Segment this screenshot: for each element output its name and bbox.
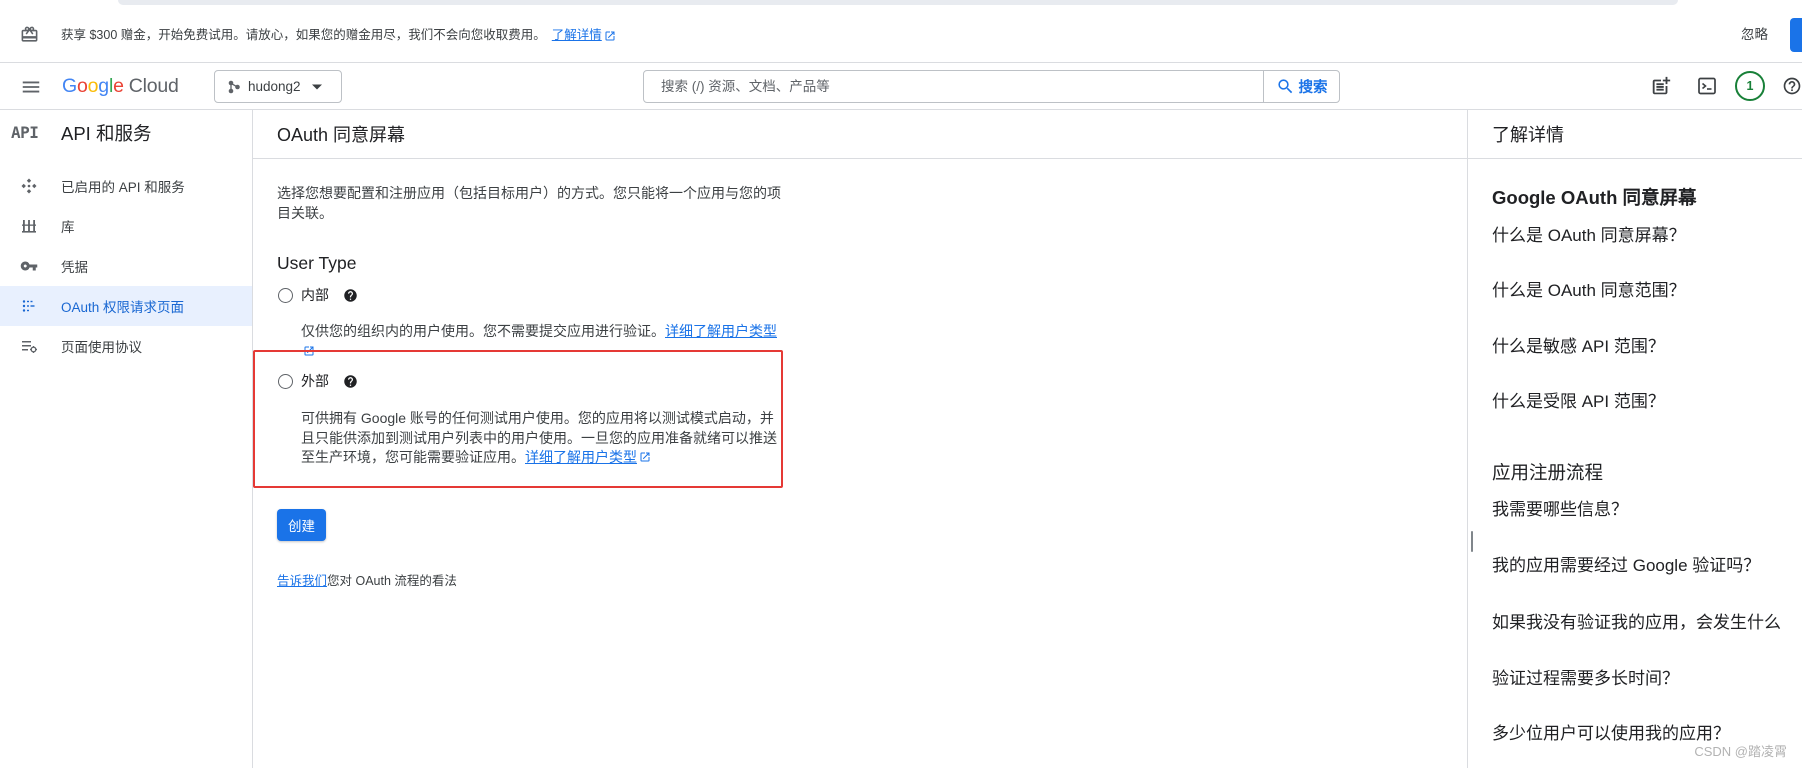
search-button-label: 搜索 [1298,80,1328,96]
external-link-icon [304,346,314,356]
option-description-text: 仅供您的组织内的用户使用。您不需要提交应用进行验证。 [301,323,665,339]
panel-title: 了解详情 [1492,125,1564,145]
logo-letter: G [62,75,77,97]
arrow-drop-down-icon [311,83,323,91]
learn-more-panel: 了解详情 Google OAuth 同意屏幕 什么是 OAuth 同意屏幕？ 什… [1467,110,1802,768]
help-link[interactable]: 验证过程需要多长时间？ [1492,667,1802,691]
option-description-internal: 仅供您的组织内的用户使用。您不需要提交应用进行验证。详细了解用户类型 [301,322,785,361]
logo-letter: g [98,75,109,97]
option-label: 内部 [301,287,329,303]
google-cloud-logo[interactable]: Google Cloud [62,74,179,98]
panel-header: 了解详情 [1468,110,1802,159]
radio-internal[interactable] [278,287,293,303]
logo-letter: e [113,75,124,97]
help-icon[interactable] [343,288,358,303]
hamburger-menu-icon[interactable] [20,76,42,98]
feedback-link[interactable]: 告诉我们 [277,574,327,588]
help-link[interactable]: 什么是 OAuth 同意范围？ [1492,279,1802,303]
link-label: 详细了解用户类型 [665,323,777,339]
page-header: OAuth 同意屏幕 [253,110,1467,159]
project-icon [227,80,241,94]
sidebar-item-credentials[interactable]: 凭据 [0,246,252,286]
notification-badge[interactable]: 1 [1735,71,1765,101]
section-heading: Google OAuth 同意屏幕 [1492,187,1697,208]
activate-button[interactable] [1790,18,1802,52]
external-link-icon[interactable] [604,30,616,42]
dismiss-button[interactable]: 忽略 [1741,25,1768,45]
free-trial-banner: 获享 $300 赠金，开始免费试用。请放心，如果您的赠金用尽，我们不会向您收取费… [0,8,1802,63]
banner-message: 获享 $300 赠金，开始免费试用。请放心，如果您的赠金用尽，我们不会向您收取费… [61,28,546,42]
sidebar: API API 和服务 已启用的 API 和服务 库 凭据 OAuth 权限请求… [0,110,253,768]
option-label: 外部 [301,373,329,389]
project-name: hudong2 [248,79,301,94]
agreements-settings-icon [20,337,38,355]
sidebar-title: API 和服务 [61,123,152,144]
learn-user-types-link[interactable]: 详细了解用户类型 [525,449,651,465]
sidebar-item-label: 库 [61,220,75,235]
search-icon [1276,77,1299,96]
banner-learn-more-link[interactable]: 了解详情 [552,27,602,44]
watermark: CSDN @踏凌霄 [1694,744,1787,759]
browser-address-bar-edge [0,0,1802,8]
help-link[interactable]: 我的应用需要经过 Google 验证吗？ [1492,554,1802,578]
page-title: OAuth 同意屏幕 [277,125,406,145]
help-link[interactable]: 什么是敏感 API 范围？ [1492,335,1802,359]
consent-screen-icon [20,297,38,315]
feedback-line: 告诉我们您对 OAuth 流程的看法 [277,573,457,590]
top-header: GoogleCloud hudong2 搜索 1 [0,63,1802,110]
project-selector[interactable]: hudong2 [214,70,342,103]
radio-external[interactable] [278,373,293,389]
sidebar-item-enabled-apis[interactable]: 已启用的 API 和服务 [0,166,252,206]
sidebar-item-label: 凭据 [61,260,88,275]
help-icon[interactable] [1782,74,1802,98]
help-icon[interactable] [343,374,358,389]
library-icon [20,217,38,235]
enabled-apis-icon [20,177,38,195]
logo-product: Cloud [128,75,179,97]
option-description-external: 可供拥有 Google 账号的任何测试用户使用。您的应用将以测试模式启动，并且只… [301,409,785,468]
help-link[interactable]: 什么是受限 API 范围？ [1492,390,1802,414]
sidebar-item-label: 页面使用协议 [61,340,142,355]
logo-letter: o [76,75,88,97]
search-bar: 搜索 [643,70,1340,103]
logo-letter: o [87,75,99,97]
user-type-heading: User Type [277,253,357,273]
user-type-option-external[interactable]: 外部 [278,372,358,390]
external-link-icon [640,452,650,462]
search-input[interactable] [644,71,1264,102]
sidebar-header: API API 和服务 [0,110,252,159]
main-content: OAuth 同意屏幕 选择您想要配置和注册应用（包括目标用户）的方式。您只能将一… [253,110,1467,768]
section-heading: 应用注册流程 [1492,462,1604,483]
sidebar-item-label: 已启用的 API 和服务 [61,180,185,195]
sidebar-item-page-usage-agreements[interactable]: 页面使用协议 [0,326,252,366]
terminal-icon[interactable] [1695,74,1719,98]
sidebar-item-library[interactable]: 库 [0,206,252,246]
feedback-text: 您对 OAuth 流程的看法 [327,574,457,588]
link-label: 详细了解用户类型 [525,449,637,466]
sidebar-item-oauth-consent[interactable]: OAuth 权限请求页面 [0,286,252,326]
sidebar-nav: 已启用的 API 和服务 库 凭据 OAuth 权限请求页面 页面使用协议 [0,166,252,366]
sidebar-item-label: OAuth 权限请求页面 [61,300,185,315]
help-link[interactable]: 如果我没有验证我的应用，会发生什么 [1492,611,1802,635]
search-button[interactable]: 搜索 [1264,71,1339,102]
api-icon: API [11,123,39,142]
create-button[interactable]: 创建 [277,509,326,541]
help-link[interactable]: 什么是 OAuth 同意屏幕？ [1492,224,1802,248]
gift-icon [20,25,39,44]
help-link[interactable]: 我需要哪些信息？ [1492,498,1802,522]
user-type-option-internal[interactable]: 内部 [278,286,358,304]
page-description: 选择您想要配置和注册应用（包括目标用户）的方式。您只能将一个应用与您的项目关联。 [277,185,781,221]
release-notes-icon[interactable] [1649,74,1673,98]
key-icon [20,257,38,275]
